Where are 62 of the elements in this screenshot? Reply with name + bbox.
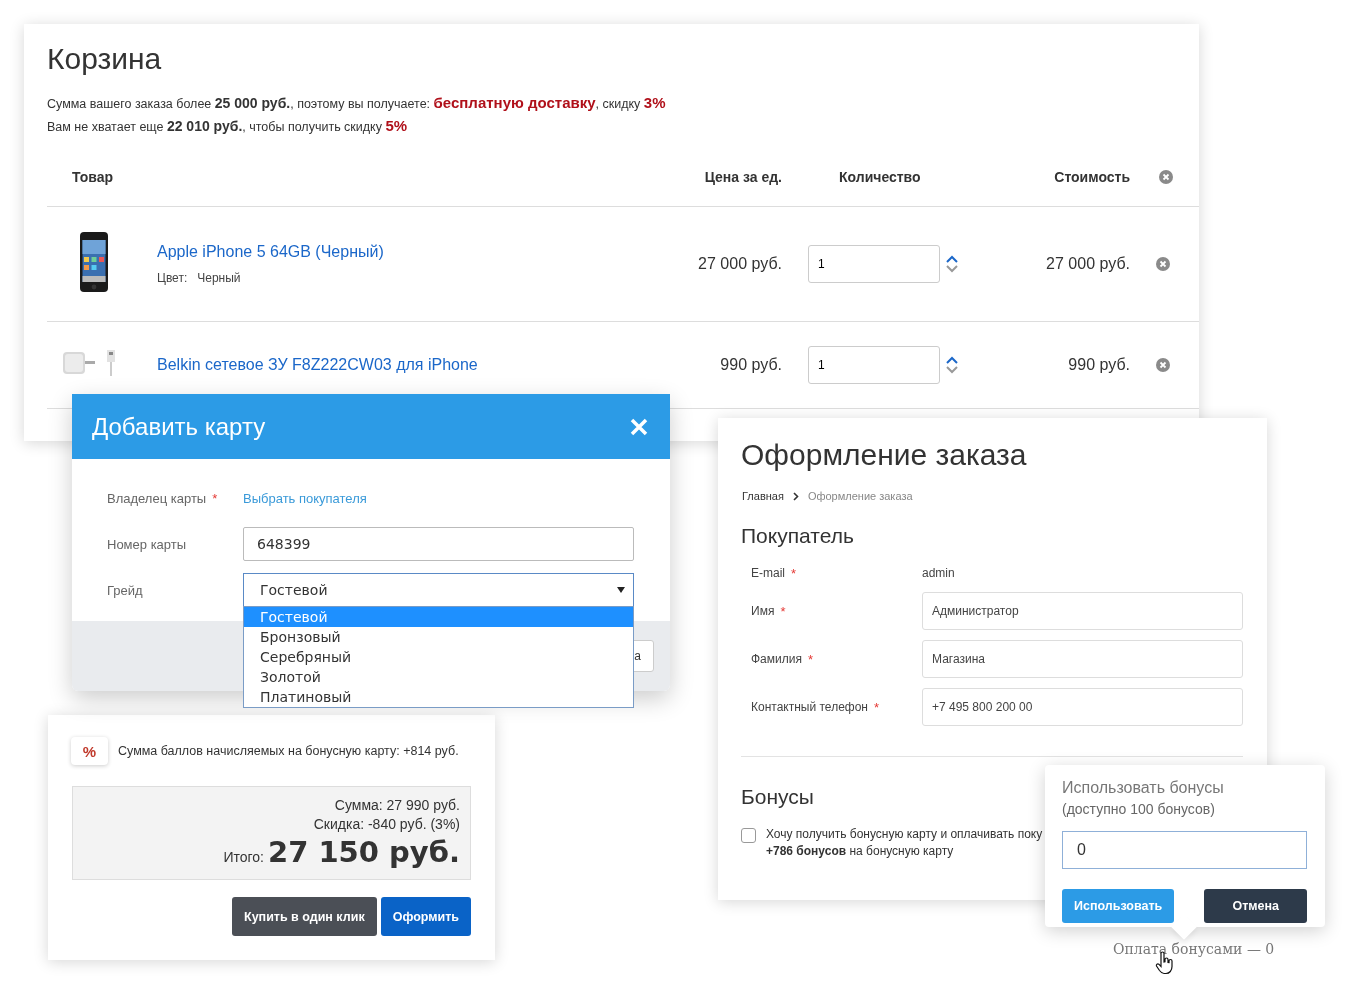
section-title: Бонусы — [741, 784, 814, 809]
field-label: Фамилия — [751, 652, 802, 666]
dialog-title: Добавить карту — [92, 412, 266, 441]
text-field[interactable]: Администратор — [922, 592, 1243, 630]
required-mark: * — [780, 603, 786, 619]
bonus-points-text: Сумма баллов начисляемых на бонусную карту: +814 руб. — [118, 744, 459, 758]
attribute-value: Черный — [197, 271, 241, 285]
column-header: Цена за ед. — [703, 168, 782, 185]
required-mark: * — [874, 699, 880, 715]
product-link[interactable]: Belkin сетевое ЗУ F8Z222CW03 для iPhone — [157, 356, 652, 374]
text-field[interactable]: Магазина — [922, 640, 1243, 678]
dropdown-arrow-icon — [617, 587, 625, 593]
breadcrumb-link[interactable]: Оформление заказа — [807, 490, 913, 502]
cancel-button[interactable]: Отмена — [1204, 889, 1307, 923]
item-cost: 27 000 руб. — [1045, 255, 1130, 273]
percent-badge: % — [71, 737, 108, 765]
remove-icon[interactable] — [1156, 257, 1170, 271]
discount-notice: Вам не хватает еще 22 010 руб., чтобы получить скидку 5% — [47, 117, 409, 136]
field-label: Номер карты — [107, 536, 187, 552]
bonus-note: +786 бонусов на бонусную карту — [766, 844, 955, 858]
checkout-title: Оформление заказа — [740, 437, 1028, 472]
checkbox[interactable] — [741, 828, 756, 843]
breadcrumb-link[interactable]: Главная — [742, 490, 784, 502]
checkout-button[interactable]: Оформить — [380, 897, 471, 936]
section-title: Покупатель — [741, 523, 854, 548]
column-header: Стоимость — [1053, 168, 1130, 185]
field-label: Грейд — [107, 582, 143, 598]
cart-title: Корзина — [46, 41, 163, 76]
total-label: Итого: — [223, 849, 264, 865]
unit-price: 27 000 руб. — [697, 255, 782, 273]
checkbox-label: Хочу получить бонусную карту и оплачивать поку — [766, 827, 1043, 841]
required-mark: * — [212, 490, 218, 506]
text-field[interactable]: +7 495 800 200 00 — [922, 688, 1243, 726]
item-cost: 990 руб. — [1067, 356, 1130, 374]
field-label: Имя — [751, 604, 775, 618]
field-label: Владелец карты — [107, 490, 207, 506]
field-value: admin — [922, 566, 956, 580]
remove-icon[interactable] — [1156, 358, 1170, 372]
column-header: Количество — [838, 168, 922, 185]
discount-notice: Сумма вашего заказа более 25 000 руб., поэтому вы получаете: бесплатную доставку, скидку 3% — [47, 94, 667, 113]
one-click-button[interactable]: Купить в один клик — [232, 897, 377, 936]
chevron-icon — [792, 491, 799, 501]
pay-with-bonuses-link[interactable]: Оплата бонусами — 0 — [1113, 941, 1275, 957]
bonus-amount-field[interactable]: 0 — [1062, 831, 1307, 869]
popover-subtitle: (доступно 100 бонусов) — [1062, 801, 1216, 817]
field-label: Контактный телефон — [751, 700, 868, 714]
close-icon[interactable] — [630, 417, 648, 436]
attribute-label: Цвет: — [157, 271, 188, 285]
popover-title: Использовать бонусы — [1062, 779, 1225, 797]
quantity-field[interactable]: 1 — [808, 245, 940, 283]
required-mark: * — [807, 651, 813, 667]
clear-cart-icon[interactable] — [1159, 169, 1173, 184]
discount-text: Скидка: -840 руб. (3%) — [313, 816, 460, 832]
subtotal-text: Сумма: 27 990 руб. — [334, 797, 460, 813]
unit-price: 990 руб. — [719, 356, 782, 374]
quantity-field[interactable]: 1 — [808, 346, 940, 384]
field-label: E-mail — [751, 566, 785, 580]
total-amount: 27 150 руб. — [268, 835, 460, 869]
product-link[interactable]: Apple iPhone 5 64GB (Черный) — [157, 243, 652, 261]
card-number-field[interactable]: 648399 — [243, 527, 634, 561]
column-header: Товар — [71, 168, 114, 185]
required-mark: * — [791, 565, 797, 581]
